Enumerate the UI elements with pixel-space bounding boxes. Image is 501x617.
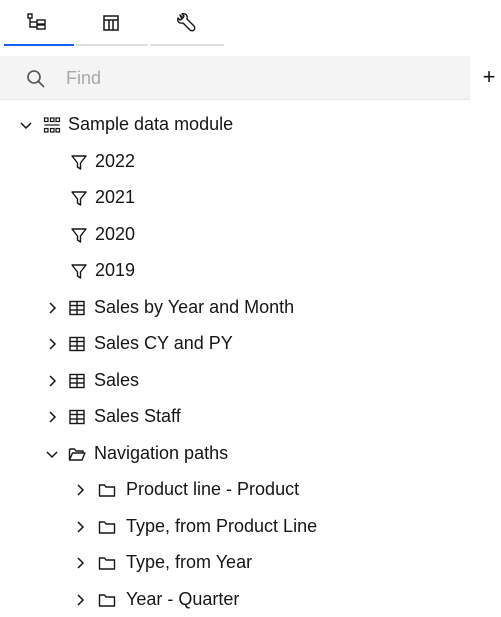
tab-layout[interactable] <box>74 0 148 46</box>
wrench-icon <box>177 13 196 32</box>
filter-icon <box>71 191 87 206</box>
tree-item-root[interactable]: Sample data module <box>0 108 501 142</box>
add-button[interactable]: + <box>480 66 498 90</box>
filter-icon <box>71 227 87 243</box>
tree-item-label: Sample data module <box>68 114 234 134</box>
chevron-right-icon[interactable] <box>44 336 60 352</box>
tab-active-indicator <box>4 44 74 46</box>
tree-item-table[interactable]: Sales Staff <box>0 400 501 434</box>
table-icon <box>69 336 85 352</box>
folder-icon <box>98 557 116 570</box>
chevron-right-icon[interactable] <box>72 519 88 535</box>
data-tree-icon <box>27 13 46 30</box>
filter-icon <box>71 264 87 279</box>
filter-icon <box>71 154 87 170</box>
search-icon <box>27 70 45 88</box>
table-icon <box>69 300 85 315</box>
tree-item-nav-path[interactable]: Type, from Year <box>0 546 501 580</box>
tree-item-filter[interactable]: 2019 <box>0 254 501 288</box>
chevron-right-icon[interactable] <box>72 555 88 571</box>
tab-data-tree[interactable] <box>0 0 74 46</box>
data-module-icon <box>43 117 61 133</box>
folder-open-icon <box>68 447 86 461</box>
table-icon <box>69 373 85 388</box>
tree-item-table[interactable]: Sales by Year and Month <box>0 291 501 325</box>
chevron-down-icon[interactable] <box>18 117 34 133</box>
tree-item-label: Sales <box>94 369 140 390</box>
tree-item-label: Sales CY and PY <box>94 333 233 353</box>
tree-item-label: 2019 <box>95 260 136 280</box>
tree-item-label: Type, from Product Line <box>126 515 318 536</box>
tree-item-nav-path[interactable]: Year - Quarter <box>0 583 501 617</box>
tree-item-label: 2021 <box>95 187 136 207</box>
folder-icon <box>98 593 116 607</box>
tree-item-filter[interactable]: 2022 <box>0 145 501 179</box>
tree-item-table[interactable]: Sales <box>0 364 501 398</box>
tree-item-filter[interactable]: 2021 <box>0 181 501 215</box>
tree-item-label: Navigation paths <box>94 442 229 463</box>
chevron-right-icon[interactable] <box>72 592 88 608</box>
chevron-right-icon[interactable] <box>72 482 88 498</box>
tree-item-nav-path[interactable]: Product line - Product <box>0 473 501 507</box>
tab-divider <box>76 44 148 46</box>
chevron-down-icon[interactable] <box>44 446 60 462</box>
chevron-right-icon[interactable] <box>44 409 60 425</box>
tab-bar <box>0 0 501 48</box>
tree-item-label: Year - Quarter <box>126 588 240 609</box>
layout-icon <box>103 15 119 31</box>
tree-item-label: 2020 <box>95 223 136 244</box>
folder-icon <box>98 484 116 497</box>
tree-item-label: Sales Staff <box>94 406 181 426</box>
tree-item-nav-path[interactable]: Type, from Product Line <box>0 510 501 544</box>
search-input[interactable] <box>64 64 454 92</box>
tree-item-filter[interactable]: 2020 <box>0 218 501 252</box>
tree-item-navigation-paths[interactable]: Navigation paths <box>0 437 501 471</box>
tab-tools[interactable] <box>148 0 224 46</box>
folder-icon <box>98 520 116 534</box>
tree-item-label: Type, from Year <box>126 552 253 572</box>
search-box <box>0 56 470 100</box>
tree-item-table[interactable]: Sales CY and PY <box>0 327 501 361</box>
tab-divider <box>150 44 224 46</box>
tree-item-label: 2022 <box>95 150 136 171</box>
chevron-right-icon[interactable] <box>44 373 60 389</box>
tree-item-label: Sales by Year and Month <box>94 296 295 317</box>
chevron-right-icon[interactable] <box>44 300 60 316</box>
table-icon <box>69 409 85 425</box>
tree-item-label: Product line - Product <box>126 479 300 499</box>
